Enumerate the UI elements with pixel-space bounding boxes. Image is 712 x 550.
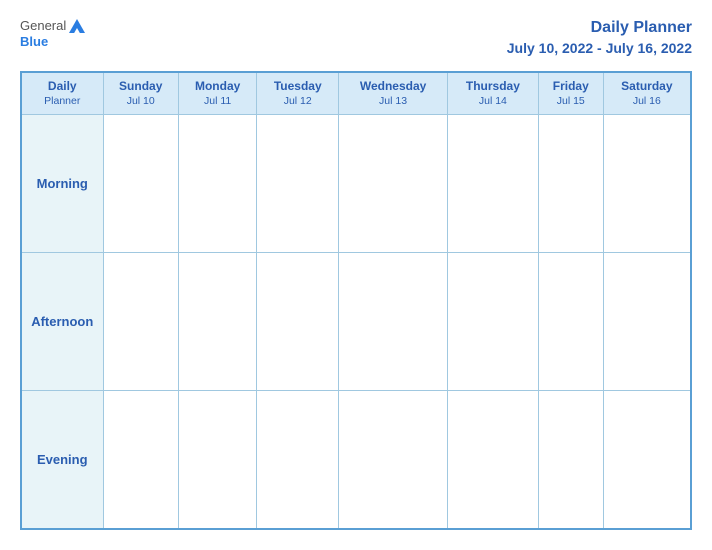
logo-area: General Blue [20,18,85,49]
logo-general: General [20,18,66,34]
cell-1-2[interactable] [257,253,339,391]
cell-2-1[interactable] [178,391,256,529]
day-name-0: Sunday [108,79,174,95]
header-day-6: SaturdayJul 16 [603,72,691,115]
row-label-0: Morning [21,115,103,253]
day-date-0: Jul 10 [108,95,174,109]
day-name-3: Wednesday [343,79,443,95]
cell-2-3[interactable] [339,391,448,529]
cell-1-1[interactable] [178,253,256,391]
cell-2-2[interactable] [257,391,339,529]
header-planner-line1: Daily [26,79,99,95]
cell-1-4[interactable] [447,253,538,391]
calendar-row-1: Afternoon [21,253,691,391]
logo-row: General [20,18,85,34]
calendar-table: Daily Planner SundayJul 10MondayJul 11Tu… [20,71,692,530]
day-date-1: Jul 11 [183,95,252,109]
logo-triangle-inner [73,28,81,35]
day-name-4: Thursday [452,79,534,95]
title-area: Daily Planner July 10, 2022 - July 16, 2… [507,18,692,57]
day-date-4: Jul 14 [452,95,534,109]
header-day-0: SundayJul 10 [103,72,178,115]
header-day-5: FridayJul 15 [538,72,603,115]
cell-2-4[interactable] [447,391,538,529]
page: General Blue Daily Planner July 10, 2022… [0,0,712,550]
logo-blue: Blue [20,34,48,50]
calendar-row-2: Evening [21,391,691,529]
cell-1-3[interactable] [339,253,448,391]
cell-2-0[interactable] [103,391,178,529]
cell-1-6[interactable] [603,253,691,391]
cell-0-3[interactable] [339,115,448,253]
calendar-header-row: Daily Planner SundayJul 10MondayJul 11Tu… [21,72,691,115]
header-planner-cell: Daily Planner [21,72,103,115]
day-date-3: Jul 13 [343,95,443,109]
header-planner-line2: Planner [26,95,99,109]
calendar-row-0: Morning [21,115,691,253]
row-label-2: Evening [21,391,103,529]
header-day-4: ThursdayJul 14 [447,72,538,115]
cell-1-5[interactable] [538,253,603,391]
day-date-5: Jul 15 [543,95,599,109]
cell-2-6[interactable] [603,391,691,529]
header-day-1: MondayJul 11 [178,72,256,115]
header-day-3: WednesdayJul 13 [339,72,448,115]
day-name-5: Friday [543,79,599,95]
row-label-1: Afternoon [21,253,103,391]
header: General Blue Daily Planner July 10, 2022… [20,18,692,57]
header-day-2: TuesdayJul 12 [257,72,339,115]
page-title: Daily Planner [507,18,692,39]
cell-1-0[interactable] [103,253,178,391]
day-date-2: Jul 12 [261,95,334,109]
cell-0-2[interactable] [257,115,339,253]
day-name-6: Saturday [608,79,686,95]
cell-0-6[interactable] [603,115,691,253]
day-name-2: Tuesday [261,79,334,95]
day-name-1: Monday [183,79,252,95]
day-date-6: Jul 16 [608,95,686,109]
cell-0-5[interactable] [538,115,603,253]
cell-2-5[interactable] [538,391,603,529]
logo-triangle-icon [69,19,85,33]
date-range: July 10, 2022 - July 16, 2022 [507,39,692,57]
cell-0-4[interactable] [447,115,538,253]
cell-0-0[interactable] [103,115,178,253]
cell-0-1[interactable] [178,115,256,253]
